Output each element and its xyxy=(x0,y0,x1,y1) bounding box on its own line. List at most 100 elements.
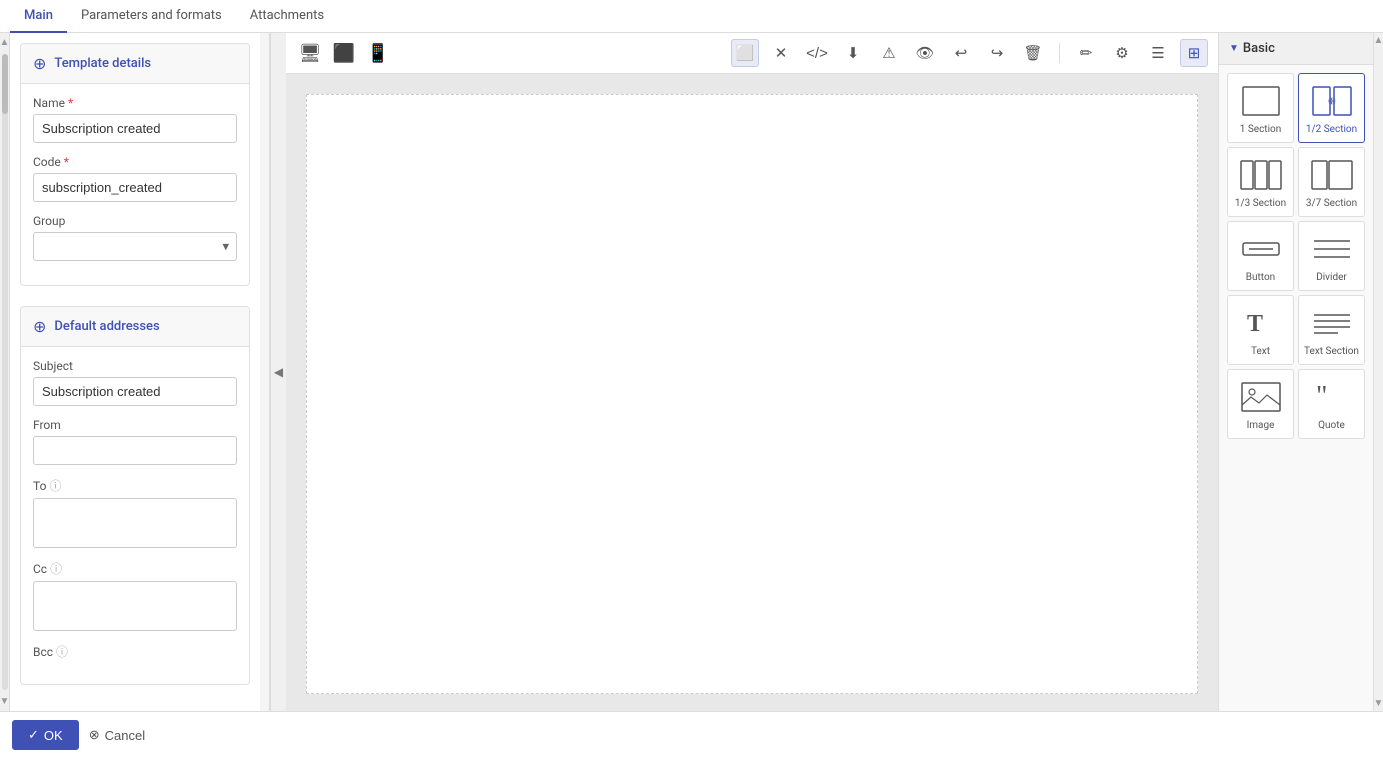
svg-text:T: T xyxy=(1247,311,1263,337)
block-image[interactable]: Image xyxy=(1227,369,1294,439)
right-panel-container: ▼ Basic 1 Section xyxy=(1218,33,1383,711)
tab-parameters[interactable]: Parameters and formats xyxy=(67,0,236,33)
bcc-help-icon[interactable]: ⓘ xyxy=(56,643,68,660)
block-text-label: Text xyxy=(1251,346,1270,358)
block-image-icon xyxy=(1232,376,1289,418)
code-icon[interactable]: </> xyxy=(803,39,831,67)
block-13-section-icon xyxy=(1232,154,1289,196)
delete-icon[interactable]: 🗑 xyxy=(1019,39,1047,67)
subject-input[interactable] xyxy=(33,377,237,406)
cc-input[interactable] xyxy=(33,581,237,631)
block-37-section-icon xyxy=(1303,154,1360,196)
bottom-bar: ✓ OK ⊗ Cancel xyxy=(0,711,1383,758)
default-addresses-body: Subject From To ⓘ xyxy=(21,347,249,684)
default-addresses-header[interactable]: ⊕ Default addresses xyxy=(21,307,249,347)
block-button[interactable]: Button xyxy=(1227,221,1294,291)
block-text-section[interactable]: Text Section xyxy=(1298,295,1365,365)
block-1-section[interactable]: 1 Section xyxy=(1227,73,1294,143)
block-37-section[interactable]: 3/7 Section xyxy=(1298,147,1365,217)
grid-icon[interactable]: ⊞ xyxy=(1180,39,1208,67)
group-group: Group xyxy=(33,214,237,261)
collapse-left-button[interactable]: ◀ xyxy=(270,33,286,711)
cancel-x-icon: ⊗ xyxy=(89,727,100,743)
cc-label: Cc ⓘ xyxy=(33,560,237,577)
block-text-section-icon xyxy=(1303,302,1360,344)
block-text[interactable]: T Text xyxy=(1227,295,1294,365)
ok-button[interactable]: ✓ OK xyxy=(12,720,79,750)
to-input[interactable] xyxy=(33,498,237,548)
block-quote-icon: " xyxy=(1303,376,1360,418)
subject-group: Subject xyxy=(33,359,237,406)
main-layout: ▲ ▼ ⊕ Template details Name * xyxy=(0,33,1383,711)
template-details-body: Name * Code * Group xyxy=(21,84,249,285)
toolbar-device-icons: 🖥 ⬛ 📱 xyxy=(296,39,392,67)
settings-icon[interactable]: ⚙ xyxy=(1108,39,1136,67)
right-panel: ▼ Basic 1 Section xyxy=(1218,33,1373,711)
name-required: * xyxy=(68,96,73,110)
svg-text:": " xyxy=(1316,381,1327,412)
code-label: Code * xyxy=(33,155,237,169)
code-group: Code * xyxy=(33,155,237,202)
block-37-section-label: 3/7 Section xyxy=(1306,198,1357,210)
template-details-section: ⊕ Template details Name * Code xyxy=(20,43,250,286)
from-group: From xyxy=(33,418,237,465)
redo-icon[interactable]: ↪ xyxy=(983,39,1011,67)
desktop-icon[interactable]: 🖥 xyxy=(296,39,324,67)
template-details-expand-icon: ⊕ xyxy=(33,54,46,73)
group-select[interactable] xyxy=(33,232,237,261)
block-divider[interactable]: Divider xyxy=(1298,221,1365,291)
cc-group: Cc ⓘ xyxy=(33,560,237,631)
to-group: To ⓘ xyxy=(33,477,237,548)
block-text-icon: T xyxy=(1232,302,1289,344)
default-addresses-title: Default addresses xyxy=(54,319,159,334)
expand-icon[interactable]: ✕ xyxy=(767,39,795,67)
template-details-header[interactable]: ⊕ Template details xyxy=(21,44,249,84)
menu-icon[interactable]: ☰ xyxy=(1144,39,1172,67)
tab-attachments[interactable]: Attachments xyxy=(236,0,338,33)
mobile-icon[interactable]: 📱 xyxy=(364,39,392,67)
cancel-button[interactable]: ⊗ Cancel xyxy=(89,727,145,743)
block-quote-label: Quote xyxy=(1318,420,1345,432)
preview-icon[interactable]: 👁 xyxy=(911,39,939,67)
blocks-grid: 1 Section ✛ 1/2 Section xyxy=(1219,65,1373,447)
scroll-thumb[interactable] xyxy=(2,54,8,114)
group-label: Group xyxy=(33,214,237,228)
block-quote[interactable]: " Quote xyxy=(1298,369,1365,439)
basic-label: Basic xyxy=(1243,41,1275,56)
block-button-label: Button xyxy=(1246,272,1275,284)
download-icon[interactable]: ⬇ xyxy=(839,39,867,67)
block-divider-label: Divider xyxy=(1316,272,1347,284)
right-panel-header: ▼ Basic xyxy=(1219,33,1373,65)
code-required: * xyxy=(64,155,69,169)
block-12-section[interactable]: ✛ 1/2 Section xyxy=(1298,73,1365,143)
block-12-section-label: 1/2 Section xyxy=(1306,124,1357,136)
left-panel: ⊕ Template details Name * Code xyxy=(10,33,260,711)
block-13-section[interactable]: 1/3 Section xyxy=(1227,147,1294,217)
tab-main[interactable]: Main xyxy=(10,0,67,33)
block-image-label: Image xyxy=(1247,420,1275,432)
right-scroll-down[interactable]: ▼ xyxy=(1372,696,1383,711)
from-label: From xyxy=(33,418,237,432)
warning-icon[interactable]: ⚠ xyxy=(875,39,903,67)
code-input[interactable] xyxy=(33,173,237,202)
to-help-icon[interactable]: ⓘ xyxy=(49,477,61,494)
from-input[interactable] xyxy=(33,436,237,465)
ok-label: OK xyxy=(44,728,63,743)
block-12-section-icon: ✛ xyxy=(1303,80,1360,122)
block-text-section-label: Text Section xyxy=(1304,346,1359,358)
block-button-icon xyxy=(1232,228,1289,270)
ok-check-icon: ✓ xyxy=(28,727,39,743)
toolbar-right: ⬜ ✕ </> ⬇ ⚠ 👁 ↩ ↪ 🗑 ✏ ⚙ ☰ ⊞ xyxy=(731,39,1208,67)
canvas-inner[interactable] xyxy=(306,94,1198,694)
cc-help-icon[interactable]: ⓘ xyxy=(50,560,62,577)
pen-icon[interactable]: ✏ xyxy=(1072,39,1100,67)
tablet-icon[interactable]: ⬛ xyxy=(330,39,358,67)
default-addresses-expand-icon: ⊕ xyxy=(33,317,46,336)
right-scroll-up[interactable]: ▲ xyxy=(1372,33,1383,48)
name-input[interactable] xyxy=(33,114,237,143)
fullscreen-icon[interactable]: ⬜ xyxy=(731,39,759,67)
default-addresses-section: ⊕ Default addresses Subject From xyxy=(20,306,250,685)
subject-label: Subject xyxy=(33,359,237,373)
to-label: To ⓘ xyxy=(33,477,237,494)
undo-icon[interactable]: ↩ xyxy=(947,39,975,67)
